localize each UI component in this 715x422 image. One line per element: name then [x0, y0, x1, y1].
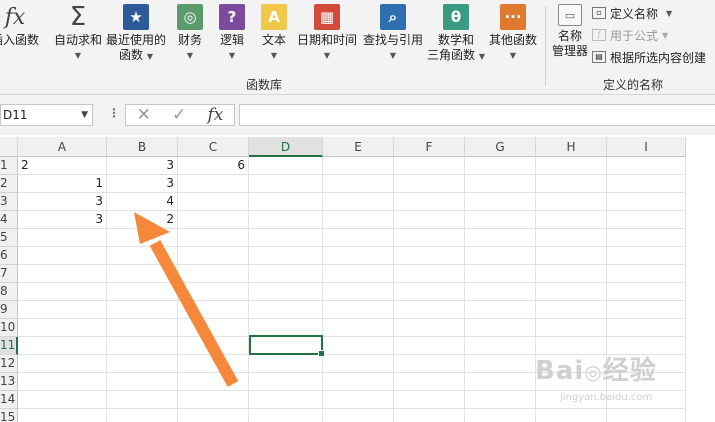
watermark-url: jingyan.baidu.com [560, 392, 653, 403]
watermark-logo: Bai◎经验 [535, 356, 657, 386]
arrow-shaft [149, 240, 239, 387]
arrow-head [134, 212, 170, 244]
